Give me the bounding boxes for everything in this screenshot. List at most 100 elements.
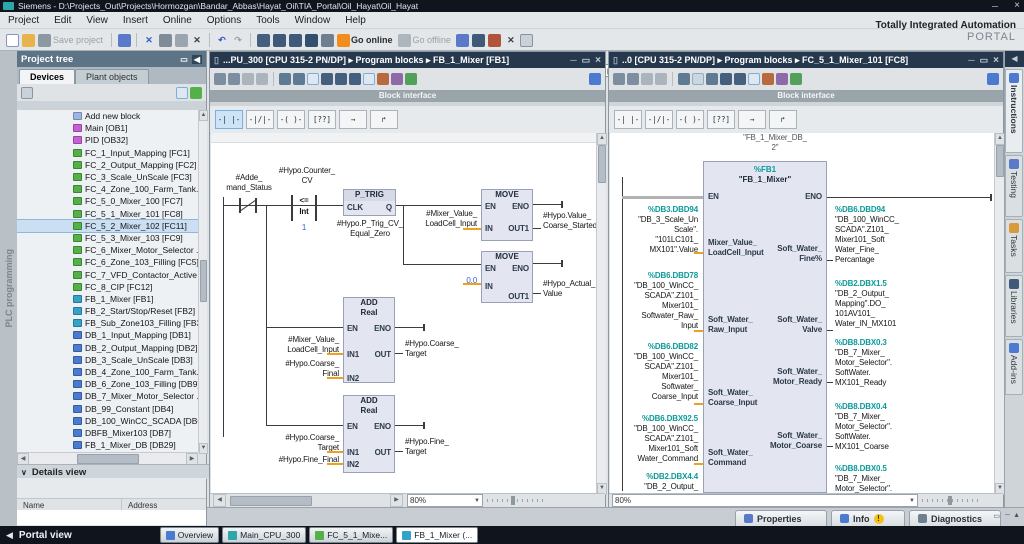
move2-box[interactable]: MOVE EN ENO IN OUT1 (481, 251, 533, 303)
menu-help[interactable]: Help (345, 15, 366, 26)
monitor-onoff-icon[interactable] (748, 73, 760, 85)
tree-item-fc5-2-selected[interactable]: FC_5_2_Mixer_102 [FC11] (17, 220, 198, 232)
scroll-up-icon[interactable]: ▲ (199, 110, 208, 121)
left-editor-breadcrumb[interactable]: ...PU_300 [CPU 315-2 PN/DP] ▸ Program bl… (223, 55, 509, 66)
open-branch-button[interactable]: → (339, 110, 367, 129)
add2-en-pin[interactable]: EN (347, 422, 358, 432)
tree-item-db7[interactable]: DB_7_Mixer_Motor_Selector ... (17, 390, 198, 402)
go-online-icon[interactable] (337, 34, 350, 47)
taskbar-fb1-button-active[interactable]: FB_1_Mixer (... (396, 527, 478, 543)
insert-nc-contact-button[interactable]: -|/|- (246, 110, 274, 129)
redo-icon[interactable]: ↷ (232, 34, 245, 47)
ptrig-operand[interactable]: #Hypo.P_Trig_CV_Equal_Zero (331, 219, 409, 239)
tree-view-toggle-icon[interactable] (21, 87, 33, 99)
portal-view-button[interactable]: Portal view (19, 530, 72, 541)
absolute-operands-icon[interactable] (279, 73, 291, 85)
upload-from-device-icon[interactable] (289, 34, 302, 47)
delete-icon[interactable]: ✕ (191, 34, 204, 47)
tree-item-fc8[interactable]: FC_8_CIP [FC12] (17, 281, 198, 293)
expand-all-icon[interactable] (190, 87, 202, 99)
go-offline-label[interactable]: Go offline (413, 35, 451, 45)
zoom-select[interactable]: 80% ▼ (407, 494, 483, 507)
network-title-band[interactable] (211, 133, 596, 143)
pin-soft-water-valve[interactable]: Soft_Water_Valve (777, 315, 822, 335)
editor-close-icon[interactable]: × (595, 55, 601, 66)
editor-minimize-icon[interactable]: ─ (570, 55, 576, 65)
menu-tools[interactable]: Tools (256, 15, 279, 26)
show-columns-icon[interactable] (176, 87, 188, 99)
input-operand-1[interactable]: %DB3.DBD94 "DB_3_Scale_UnScale". "101LC1… (612, 205, 698, 255)
pin-soft-water-motor-ready[interactable]: Soft_Water_Motor_Ready (773, 367, 822, 387)
add1-out-operand[interactable]: #Hypo.Coarse_Target (405, 339, 471, 359)
editor-pin-icon[interactable]: ▯ (214, 55, 219, 66)
input-operand-4[interactable]: %DB6.DBX92.5 "DB_100_WinCC_SCADA".Z101_ … (612, 414, 698, 464)
close-windows-icon[interactable]: ✕ (504, 34, 517, 47)
tree-vertical-scrollbar[interactable]: ▲ ▼ (198, 110, 207, 452)
open-project-icon[interactable] (22, 34, 35, 47)
copy-icon[interactable] (159, 34, 172, 47)
menu-options[interactable]: Options (207, 15, 241, 26)
project-tree-collapse-icon[interactable]: ◀ (192, 55, 202, 64)
insert-coil-button[interactable]: -( )- (277, 110, 305, 129)
syntax-check-icon[interactable] (790, 73, 802, 85)
tree-item-fc5-0[interactable]: FC_5_0_Mixer_100 [FC7] (17, 195, 198, 207)
scrollbar-thumb[interactable] (77, 454, 139, 464)
editor-restore-icon[interactable]: ▭ (582, 55, 591, 66)
insert-empty-box-button[interactable]: [??] (308, 110, 336, 129)
insert-network-icon[interactable] (214, 73, 226, 85)
favorites-toggle-icon[interactable] (706, 73, 718, 85)
right-editor-titlebar[interactable]: ▯ ..0 [CPU 315-2 PN/DP] ▸ Program blocks… (609, 52, 1003, 68)
window-minimize-button[interactable]: ─ (992, 1, 998, 11)
pin-soft-water-coarse-input[interactable]: Soft_Water_Coarse_Input (708, 388, 757, 408)
close-branch-button[interactable]: ↱ (370, 110, 398, 129)
insert-no-contact-button[interactable]: -| |- (215, 110, 243, 129)
window-close-button[interactable]: × (1014, 0, 1020, 11)
snapshot-icon[interactable] (363, 73, 375, 85)
split-editor-icon[interactable] (520, 34, 533, 47)
compile-block-icon[interactable] (720, 73, 732, 85)
tree-item-fb1-mixer-db[interactable]: FB_1_Mixer_DB [DB29] (17, 439, 198, 451)
menu-project[interactable]: Project (8, 15, 39, 26)
zoom-slider-handle[interactable] (948, 496, 952, 505)
network-comments-icon[interactable] (293, 73, 305, 85)
editor-close-icon[interactable]: × (993, 55, 999, 66)
tree-item-db100[interactable]: DB_100_WinCC_SCADA [DB6] (17, 415, 198, 427)
tab-diagnostics[interactable]: Diagnostics (909, 510, 1001, 526)
tab-devices[interactable]: Devices (19, 69, 75, 84)
tree-item-db99[interactable]: DB_99_Constant [DB4] (17, 403, 198, 415)
cut-icon[interactable]: ✕ (143, 34, 156, 47)
taskbar-main-cpu-button[interactable]: Main_CPU_300 (222, 527, 306, 543)
inspector-minimize-icon[interactable]: ─ (1005, 512, 1010, 519)
tree-item-db1[interactable]: DB_1_Input_Mapping [DB1] (17, 329, 198, 341)
add2-eno-pin[interactable]: ENO (374, 422, 391, 432)
menu-online[interactable]: Online (163, 15, 192, 26)
call-structure-icon[interactable] (776, 73, 788, 85)
scroll-right-icon[interactable]: ▶ (390, 494, 403, 507)
output-operand-5[interactable]: %DB8.DBX0.5 "DB_7_Mixer_Motor_Selector". (835, 464, 930, 493)
add2-in2-operand[interactable]: #Hypo.Fine_Final (231, 455, 339, 465)
zoom-slider-handle[interactable] (511, 496, 515, 505)
move1-en-pin[interactable]: EN (485, 202, 496, 212)
editor-restore-icon[interactable]: ▭ (980, 55, 989, 66)
block-interface-splitter[interactable]: Block interface (609, 90, 1003, 102)
add1-box[interactable]: ADD Real EN ENO IN1 OUT IN2 (343, 297, 395, 383)
insert-no-contact-button[interactable]: -| |- (614, 110, 642, 129)
editor-pin-icon[interactable]: ▯ (613, 55, 618, 66)
input-operand-2[interactable]: %DB6.DBD78 "DB_100_WinCC_SCADA".Z101_ Mi… (612, 271, 698, 331)
tree-item-db3[interactable]: DB_3_Scale_UnScale [DB3] (17, 354, 198, 366)
tree-item-fc3[interactable]: FC_3_Scale_UnScale [FC3] (17, 171, 198, 183)
tree-item-db4[interactable]: DB_4_Zone_100_Farm_Tank... (17, 366, 198, 378)
save-project-label[interactable]: Save project (53, 35, 103, 45)
output-operand-4[interactable]: %DB8.DBX0.4 "DB_7_Mixer_Motor_Selector".… (835, 402, 930, 452)
details-view-header[interactable]: ∨ Details view (17, 464, 210, 479)
move2-in-pin[interactable]: IN (485, 282, 493, 292)
new-project-icon[interactable] (6, 34, 19, 47)
tab-testing[interactable]: Testing (1005, 155, 1023, 217)
tree-item-fc6-zone[interactable]: FC_6_Zone_103_Filling [FC5] (17, 256, 198, 268)
scrollbar-thumb[interactable] (230, 496, 312, 506)
input-operand-3[interactable]: %DB6.DBD82 "DB_100_WinCC_SCADA".Z101_ Mi… (612, 342, 698, 402)
ptrig-box[interactable]: P_TRIG CLK Q (343, 189, 396, 216)
pin-soft-water-motor-coarse[interactable]: Soft_Water_Motor_Coarse (770, 431, 822, 451)
scroll-down-icon[interactable]: ▼ (199, 443, 208, 454)
call-environment-icon[interactable] (762, 73, 774, 85)
